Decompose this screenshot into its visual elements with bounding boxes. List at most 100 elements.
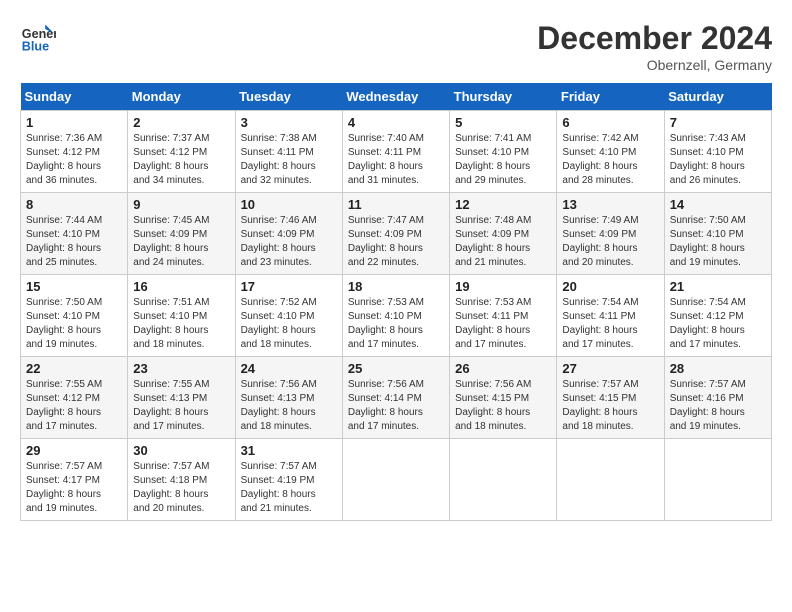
- day-info: Sunrise: 7:37 AM Sunset: 4:12 PM Dayligh…: [133, 132, 229, 188]
- calendar-body: 1 Sunrise: 7:36 AM Sunset: 4:12 PM Daylig…: [21, 111, 772, 521]
- calendar-cell: 21 Sunrise: 7:54 AM Sunset: 4:12 PM Dayli…: [664, 275, 771, 357]
- calendar-cell: 9 Sunrise: 7:45 AM Sunset: 4:09 PM Daylig…: [128, 193, 235, 275]
- day-info: Sunrise: 7:48 AM Sunset: 4:09 PM Dayligh…: [455, 214, 551, 270]
- svg-text:Blue: Blue: [22, 40, 49, 54]
- day-number: 14: [670, 197, 766, 212]
- day-info: Sunrise: 7:51 AM Sunset: 4:10 PM Dayligh…: [133, 296, 229, 352]
- day-info: Sunrise: 7:38 AM Sunset: 4:11 PM Dayligh…: [241, 132, 337, 188]
- calendar-cell: 7Sunrise: 7:43 AM Sunset: 4:10 PM Daylig…: [664, 111, 771, 193]
- calendar-week-row: 15 Sunrise: 7:50 AM Sunset: 4:10 PM Dayli…: [21, 275, 772, 357]
- day-number: 24: [241, 361, 337, 376]
- day-number: 3: [241, 115, 337, 130]
- day-number: 16: [133, 279, 229, 294]
- day-number: 30: [133, 443, 229, 458]
- calendar-cell: [450, 439, 557, 521]
- calendar-cell: 5 Sunrise: 7:41 AM Sunset: 4:10 PM Daylig…: [450, 111, 557, 193]
- day-info: Sunrise: 7:57 AM Sunset: 4:19 PM Dayligh…: [241, 460, 337, 516]
- day-number: 27: [562, 361, 658, 376]
- day-number: 18: [348, 279, 444, 294]
- day-number: 21: [670, 279, 766, 294]
- calendar-cell: 24Sunrise: 7:56 AM Sunset: 4:13 PM Dayli…: [235, 357, 342, 439]
- calendar-week-row: 29Sunrise: 7:57 AM Sunset: 4:17 PM Dayli…: [21, 439, 772, 521]
- calendar-week-row: 22 Sunrise: 7:55 AM Sunset: 4:12 PM Dayli…: [21, 357, 772, 439]
- calendar-cell: 12 Sunrise: 7:48 AM Sunset: 4:09 PM Dayli…: [450, 193, 557, 275]
- day-info: Sunrise: 7:45 AM Sunset: 4:09 PM Dayligh…: [133, 214, 229, 270]
- title-area: December 2024 Obernzell, Germany: [537, 20, 772, 73]
- logo-icon: General Blue: [20, 20, 56, 56]
- calendar-cell: 29Sunrise: 7:57 AM Sunset: 4:17 PM Dayli…: [21, 439, 128, 521]
- day-number: 23: [133, 361, 229, 376]
- day-number: 22: [26, 361, 122, 376]
- day-info: Sunrise: 7:54 AM Sunset: 4:12 PM Dayligh…: [670, 296, 766, 352]
- day-info: Sunrise: 7:53 AM Sunset: 4:11 PM Dayligh…: [455, 296, 551, 352]
- calendar-week-row: 8 Sunrise: 7:44 AM Sunset: 4:10 PM Daylig…: [21, 193, 772, 275]
- day-number: 7: [670, 115, 766, 130]
- day-info: Sunrise: 7:55 AM Sunset: 4:13 PM Dayligh…: [133, 378, 229, 434]
- day-number: 12: [455, 197, 551, 212]
- calendar-cell: 2 Sunrise: 7:37 AM Sunset: 4:12 PM Daylig…: [128, 111, 235, 193]
- calendar-cell: 15 Sunrise: 7:50 AM Sunset: 4:10 PM Dayli…: [21, 275, 128, 357]
- day-info: Sunrise: 7:50 AM Sunset: 4:10 PM Dayligh…: [26, 296, 122, 352]
- day-number: 9: [133, 197, 229, 212]
- day-info: Sunrise: 7:57 AM Sunset: 4:18 PM Dayligh…: [133, 460, 229, 516]
- calendar-cell: 10 Sunrise: 7:46 AM Sunset: 4:09 PM Dayli…: [235, 193, 342, 275]
- logo: General Blue: [20, 20, 56, 56]
- calendar-cell: 18Sunrise: 7:53 AM Sunset: 4:10 PM Dayli…: [342, 275, 449, 357]
- calendar-cell: 13 Sunrise: 7:49 AM Sunset: 4:09 PM Dayli…: [557, 193, 664, 275]
- day-info: Sunrise: 7:56 AM Sunset: 4:14 PM Dayligh…: [348, 378, 444, 434]
- day-number: 1: [26, 115, 122, 130]
- day-info: Sunrise: 7:52 AM Sunset: 4:10 PM Dayligh…: [241, 296, 337, 352]
- day-info: Sunrise: 7:56 AM Sunset: 4:15 PM Dayligh…: [455, 378, 551, 434]
- day-header-friday: Friday: [557, 83, 664, 111]
- day-number: 11: [348, 197, 444, 212]
- day-number: 26: [455, 361, 551, 376]
- day-number: 5: [455, 115, 551, 130]
- calendar-cell: 23 Sunrise: 7:55 AM Sunset: 4:13 PM Dayli…: [128, 357, 235, 439]
- day-header-sunday: Sunday: [21, 83, 128, 111]
- calendar-table: SundayMondayTuesdayWednesdayThursdayFrid…: [20, 83, 772, 521]
- day-number: 6: [562, 115, 658, 130]
- day-info: Sunrise: 7:46 AM Sunset: 4:09 PM Dayligh…: [241, 214, 337, 270]
- day-info: Sunrise: 7:44 AM Sunset: 4:10 PM Dayligh…: [26, 214, 122, 270]
- day-number: 25: [348, 361, 444, 376]
- day-number: 31: [241, 443, 337, 458]
- day-info: Sunrise: 7:54 AM Sunset: 4:11 PM Dayligh…: [562, 296, 658, 352]
- calendar-cell: 25 Sunrise: 7:56 AM Sunset: 4:14 PM Dayli…: [342, 357, 449, 439]
- day-info: Sunrise: 7:40 AM Sunset: 4:11 PM Dayligh…: [348, 132, 444, 188]
- calendar-cell: 1 Sunrise: 7:36 AM Sunset: 4:12 PM Daylig…: [21, 111, 128, 193]
- month-title: December 2024: [537, 20, 772, 57]
- day-number: 15: [26, 279, 122, 294]
- calendar-header-row: SundayMondayTuesdayWednesdayThursdayFrid…: [21, 83, 772, 111]
- calendar-cell: 11 Sunrise: 7:47 AM Sunset: 4:09 PM Dayli…: [342, 193, 449, 275]
- subtitle: Obernzell, Germany: [537, 57, 772, 73]
- day-header-wednesday: Wednesday: [342, 83, 449, 111]
- day-info: Sunrise: 7:36 AM Sunset: 4:12 PM Dayligh…: [26, 132, 122, 188]
- day-number: 20: [562, 279, 658, 294]
- calendar-cell: 3 Sunrise: 7:38 AM Sunset: 4:11 PM Daylig…: [235, 111, 342, 193]
- calendar-cell: 17Sunrise: 7:52 AM Sunset: 4:10 PM Dayli…: [235, 275, 342, 357]
- day-number: 8: [26, 197, 122, 212]
- calendar-cell: 28 Sunrise: 7:57 AM Sunset: 4:16 PM Dayli…: [664, 357, 771, 439]
- day-info: Sunrise: 7:55 AM Sunset: 4:12 PM Dayligh…: [26, 378, 122, 434]
- day-header-monday: Monday: [128, 83, 235, 111]
- calendar-week-row: 1 Sunrise: 7:36 AM Sunset: 4:12 PM Daylig…: [21, 111, 772, 193]
- calendar-cell: 4Sunrise: 7:40 AM Sunset: 4:11 PM Daylig…: [342, 111, 449, 193]
- calendar-cell: 30 Sunrise: 7:57 AM Sunset: 4:18 PM Dayli…: [128, 439, 235, 521]
- calendar-cell: 8 Sunrise: 7:44 AM Sunset: 4:10 PM Daylig…: [21, 193, 128, 275]
- day-info: Sunrise: 7:47 AM Sunset: 4:09 PM Dayligh…: [348, 214, 444, 270]
- day-number: 13: [562, 197, 658, 212]
- day-number: 10: [241, 197, 337, 212]
- day-info: Sunrise: 7:49 AM Sunset: 4:09 PM Dayligh…: [562, 214, 658, 270]
- day-info: Sunrise: 7:57 AM Sunset: 4:17 PM Dayligh…: [26, 460, 122, 516]
- day-info: Sunrise: 7:57 AM Sunset: 4:16 PM Dayligh…: [670, 378, 766, 434]
- calendar-cell: [557, 439, 664, 521]
- calendar-cell: 6Sunrise: 7:42 AM Sunset: 4:10 PM Daylig…: [557, 111, 664, 193]
- day-number: 2: [133, 115, 229, 130]
- day-info: Sunrise: 7:41 AM Sunset: 4:10 PM Dayligh…: [455, 132, 551, 188]
- day-info: Sunrise: 7:57 AM Sunset: 4:15 PM Dayligh…: [562, 378, 658, 434]
- calendar-cell: 27 Sunrise: 7:57 AM Sunset: 4:15 PM Dayli…: [557, 357, 664, 439]
- calendar-cell: 19Sunrise: 7:53 AM Sunset: 4:11 PM Dayli…: [450, 275, 557, 357]
- day-header-tuesday: Tuesday: [235, 83, 342, 111]
- calendar-cell: 20 Sunrise: 7:54 AM Sunset: 4:11 PM Dayli…: [557, 275, 664, 357]
- day-number: 28: [670, 361, 766, 376]
